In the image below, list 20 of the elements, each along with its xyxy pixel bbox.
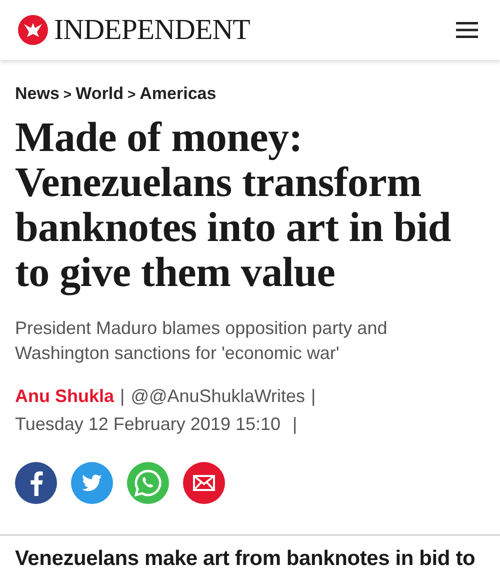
article-headline: Made of money: Venezuelans transform banknotes into art in bid to give them value [15, 116, 452, 296]
publish-date: Tuesday 12 February 2019 15:10 [15, 413, 281, 436]
chat-phone-icon[interactable] [127, 462, 169, 504]
bird-icon[interactable] [71, 462, 113, 504]
twitter-handle-link[interactable]: @@AnuShuklaWrites [130, 382, 305, 410]
breadcrumb-separator: > [127, 86, 136, 102]
separator: | [120, 385, 125, 408]
menu-icon[interactable] [456, 22, 478, 38]
author-link[interactable]: Anu Shukla [15, 382, 114, 410]
article-subheading: Venezuelans make art from banknotes in bid to [15, 546, 476, 572]
breadcrumb-separator: > [63, 86, 72, 102]
article-standfirst: President Maduro blames opposition party and Washington sanctions for 'economic war' [15, 317, 388, 365]
facebook-icon[interactable] [15, 462, 57, 504]
breadcrumb-link[interactable]: World [76, 84, 124, 104]
separator: | [292, 413, 298, 436]
breadcrumb-link[interactable]: News [15, 84, 60, 104]
envelope-icon[interactable] [183, 462, 225, 504]
breadcrumb-link[interactable]: Americas [140, 84, 216, 104]
logo-text[interactable]: INDEPENDENT [54, 14, 250, 46]
separator: | [310, 385, 316, 408]
